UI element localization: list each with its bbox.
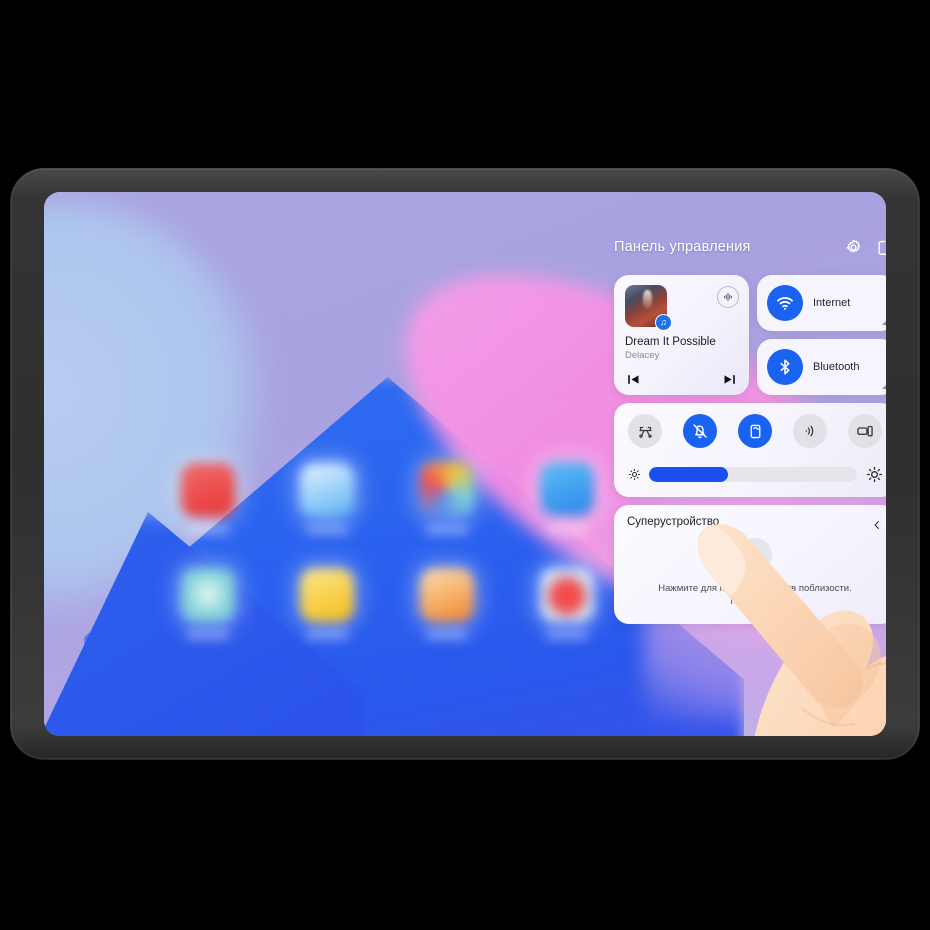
cast-audio-icon[interactable] <box>717 286 739 308</box>
tablet-frame: Панель управления ♫ Dream It Possible De… <box>10 168 920 760</box>
multi-screen-toggle[interactable] <box>848 414 882 448</box>
internet-card[interactable]: Internet <box>757 275 886 331</box>
bluetooth-label: Bluetooth <box>813 361 860 373</box>
wifi-icon <box>767 285 803 321</box>
chevron-left-icon[interactable] <box>869 517 885 533</box>
quick-toggles-row <box>624 414 886 448</box>
music-note-icon: ♫ <box>655 314 672 331</box>
sun-small-icon <box>626 466 642 482</box>
media-player-card[interactable]: ♫ Dream It Possible Delacey <box>614 275 749 395</box>
screenshot-root: Панель управления ♫ Dream It Possible De… <box>0 0 930 930</box>
song-title: Dream It Possible <box>625 336 716 348</box>
silent-mode-toggle[interactable] <box>683 414 717 448</box>
super-device-link[interactable]: Подробнее <box>627 596 883 607</box>
next-track-button[interactable] <box>720 371 738 387</box>
brightness-slider-fill <box>649 466 729 482</box>
brightness-row <box>624 464 886 484</box>
edit-icon[interactable] <box>874 236 886 258</box>
control-panel-header: Панель управления <box>614 230 886 264</box>
quick-toggles-card <box>614 403 886 497</box>
connectivity-column: Internet Bluetooth <box>757 275 886 395</box>
auto-rotate-toggle[interactable] <box>738 414 772 448</box>
tablet-screen: Панель управления ♫ Dream It Possible De… <box>44 192 886 736</box>
super-device-card[interactable]: Суперустройство Нажмите для поиска устро… <box>614 505 886 624</box>
nfc-toggle[interactable] <box>793 414 827 448</box>
media-controls <box>625 371 738 387</box>
super-device-hint: Нажмите для поиска устройств поблизости. <box>658 583 852 594</box>
album-art-wrap: ♫ <box>625 285 672 331</box>
sun-large-icon <box>864 464 884 484</box>
expand-corner-icon[interactable] <box>882 318 886 325</box>
brightness-slider[interactable] <box>649 466 857 482</box>
super-device-title: Суперустройство <box>627 516 720 528</box>
expand-corner-icon[interactable] <box>882 382 886 389</box>
internet-label: Internet <box>813 297 851 309</box>
control-panel: Панель управления ♫ Dream It Possible De… <box>614 230 886 624</box>
song-artist: Delacey <box>625 350 660 361</box>
settings-gear-icon[interactable] <box>842 236 864 258</box>
bluetooth-icon <box>767 349 803 385</box>
page-title: Панель управления <box>614 239 751 255</box>
search-icon[interactable] <box>738 538 772 572</box>
control-panel-top-row: ♫ Dream It Possible Delacey Internet Blu… <box>614 275 886 395</box>
screenshot-toggle[interactable] <box>628 414 662 448</box>
bluetooth-card[interactable]: Bluetooth <box>757 339 886 395</box>
previous-track-button[interactable] <box>625 371 643 387</box>
